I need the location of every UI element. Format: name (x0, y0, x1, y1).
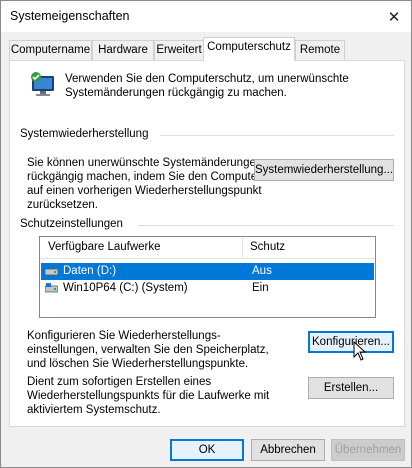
drive-icon (44, 266, 59, 277)
protection-group-heading: Schutzeinstellungen (20, 218, 123, 230)
column-separator (242, 237, 243, 259)
tab-computername[interactable]: Computername (9, 40, 92, 60)
drive-name: Daten (D:) (63, 265, 117, 277)
tab-label: Remote (299, 44, 341, 56)
tab-erweitert[interactable]: Erweitert (154, 40, 204, 60)
tab-label: Erweitert (156, 44, 202, 56)
window-title: Systemeigenschaften (10, 9, 130, 23)
apply-button[interactable]: Übernehmen (331, 439, 405, 461)
mouse-cursor-icon (353, 340, 367, 361)
configure-description: Konfigurieren Sie Wiederherstellungs-ein… (27, 330, 269, 370)
tab-remote[interactable]: Remote (295, 40, 345, 60)
column-header-protection[interactable]: Schutz (250, 241, 285, 253)
divider (160, 135, 394, 136)
computer-protection-panel: Verwenden Sie den Computerschutz, um une… (9, 60, 405, 427)
system-properties-window: Systemeigenschaften ✕ Computername Hardw… (0, 0, 412, 468)
tab-computerschutz[interactable]: Computerschutz (203, 37, 295, 61)
close-icon[interactable]: ✕ (377, 1, 411, 32)
drive-row-win10p64[interactable]: Win10P64 (C:) (System) Ein (41, 280, 374, 297)
drive-list[interactable]: Verfügbare Laufwerke Schutz Daten (D:) A… (39, 236, 376, 318)
tab-label: Computername (10, 44, 91, 56)
ok-button[interactable]: OK (170, 439, 244, 461)
configure-button[interactable]: Konfigurieren... (308, 331, 394, 353)
system-protection-icon (28, 71, 58, 99)
title-bar[interactable]: Systemeigenschaften ✕ (1, 1, 411, 32)
system-restore-button[interactable]: Systemwiederherstellung... (254, 159, 394, 181)
tab-label: Hardware (98, 44, 148, 56)
system-drive-icon (44, 283, 59, 294)
cancel-button[interactable]: Abbrechen (251, 439, 325, 461)
create-description: Dient zum sofortigen Erstellen eines Wie… (27, 376, 270, 416)
divider (138, 225, 394, 226)
drive-row-daten[interactable]: Daten (D:) Aus (41, 263, 374, 280)
drive-protection-status: Ein (252, 282, 269, 294)
restore-group-heading: Systemwiederherstellung (20, 128, 149, 140)
column-header-drives[interactable]: Verfügbare Laufwerke (48, 241, 161, 253)
intro-text: Verwenden Sie den Computerschutz, um une… (65, 73, 349, 99)
drive-name: Win10P64 (C:) (System) (63, 282, 188, 294)
drive-list-header: Verfügbare Laufwerke Schutz (40, 237, 375, 259)
drive-protection-status: Aus (252, 265, 272, 277)
tab-hardware[interactable]: Hardware (92, 40, 154, 60)
tab-label: Computerschutz (207, 41, 291, 53)
restore-description: Sie können unerwünschte Systemänderungen… (27, 157, 263, 211)
create-button[interactable]: Erstellen... (308, 377, 394, 399)
